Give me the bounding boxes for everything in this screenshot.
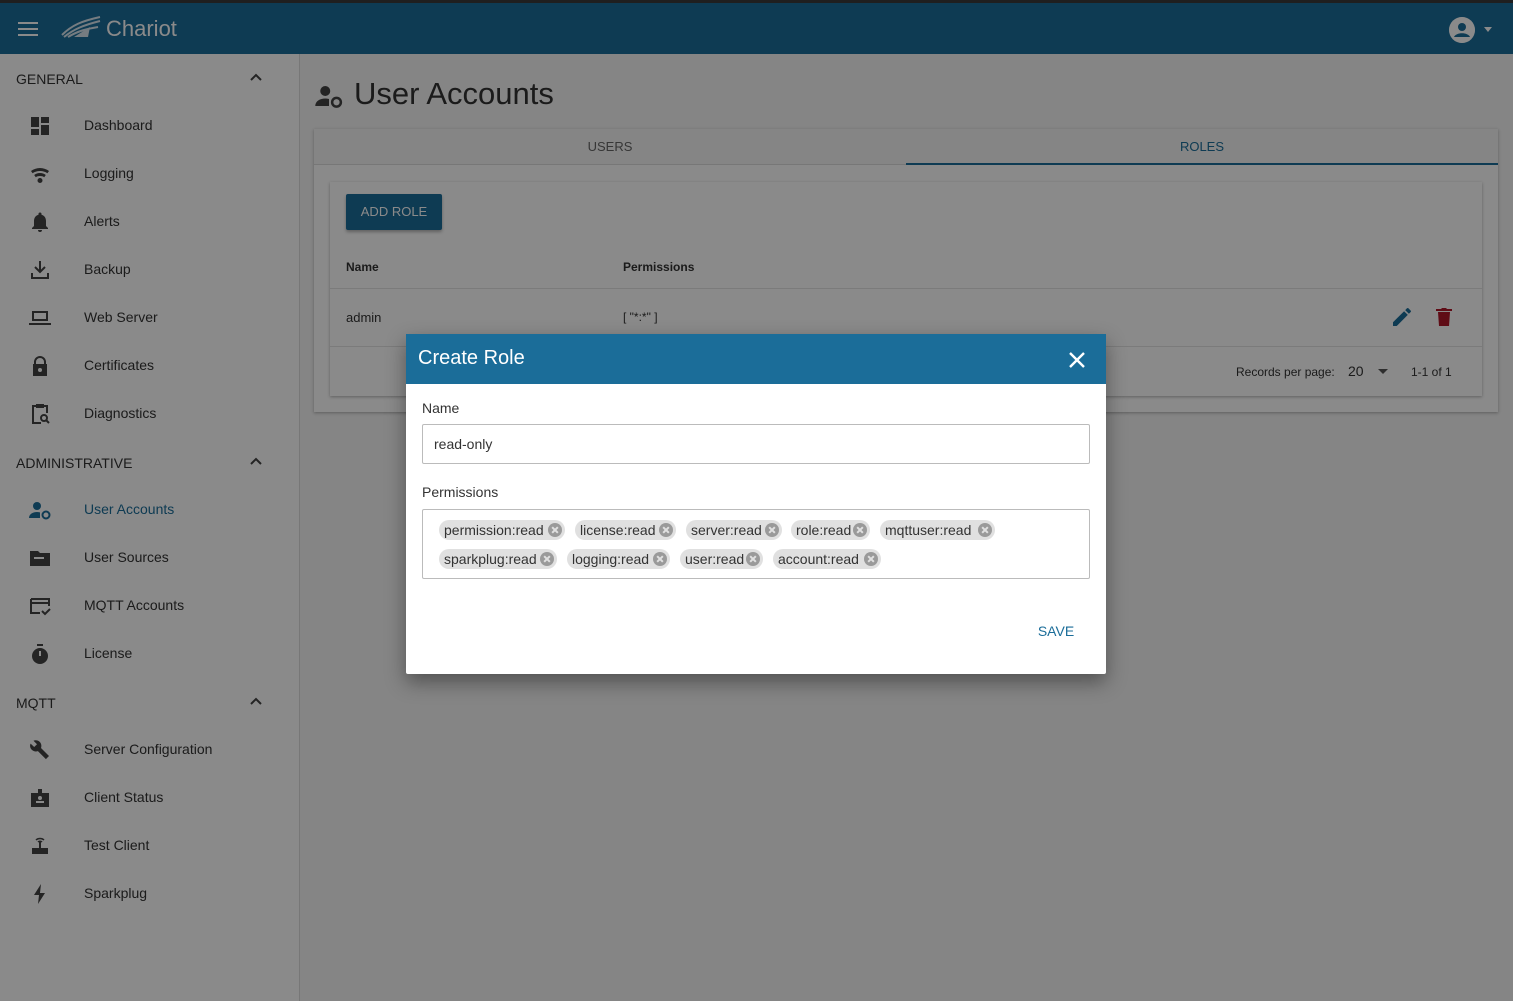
chip-label: account:read (778, 551, 859, 567)
permission-chip: server:read (686, 520, 782, 540)
remove-chip-icon[interactable] (659, 523, 673, 537)
remove-chip-icon[interactable] (540, 552, 554, 566)
remove-chip-icon[interactable] (864, 552, 878, 566)
role-name-input[interactable] (422, 424, 1090, 464)
dialog-header: Create Role (406, 334, 1106, 384)
name-label: Name (422, 400, 460, 416)
remove-chip-icon[interactable] (853, 523, 867, 537)
chip-label: permission:read (444, 522, 544, 538)
remove-chip-icon[interactable] (653, 552, 667, 566)
remove-chip-icon[interactable] (765, 523, 779, 537)
remove-chip-icon[interactable] (746, 552, 760, 566)
chip-label: user:read (685, 551, 745, 567)
permission-chip: mqttuser:read (880, 520, 995, 540)
permission-chip: permission:read (439, 520, 565, 540)
remove-chip-icon[interactable] (978, 523, 992, 537)
permissions-label: Permissions (422, 484, 499, 500)
chip-label: role:read (796, 522, 852, 538)
permission-chip: account:read (773, 549, 881, 569)
save-button[interactable]: SAVE (1028, 618, 1084, 644)
chip-label: server:read (691, 522, 762, 538)
permission-chip: license:read (575, 520, 676, 540)
permission-chip: user:read (680, 549, 763, 569)
chip-label: mqttuser:read (885, 522, 972, 538)
remove-chip-icon[interactable] (548, 523, 562, 537)
chip-label: logging:read (572, 551, 650, 567)
chip-label: sparkplug:read (444, 551, 537, 567)
create-role-dialog: Create Role Name Permissions permission:… (406, 334, 1106, 674)
permissions-input[interactable]: permission:read license:read server:read… (422, 509, 1090, 579)
dialog-title: Create Role (418, 347, 525, 369)
permission-chip: role:read (791, 520, 870, 540)
permission-chip: sparkplug:read (439, 549, 557, 569)
close-icon[interactable] (1066, 349, 1088, 371)
permission-chip: logging:read (567, 549, 670, 569)
chip-label: license:read (580, 522, 656, 538)
